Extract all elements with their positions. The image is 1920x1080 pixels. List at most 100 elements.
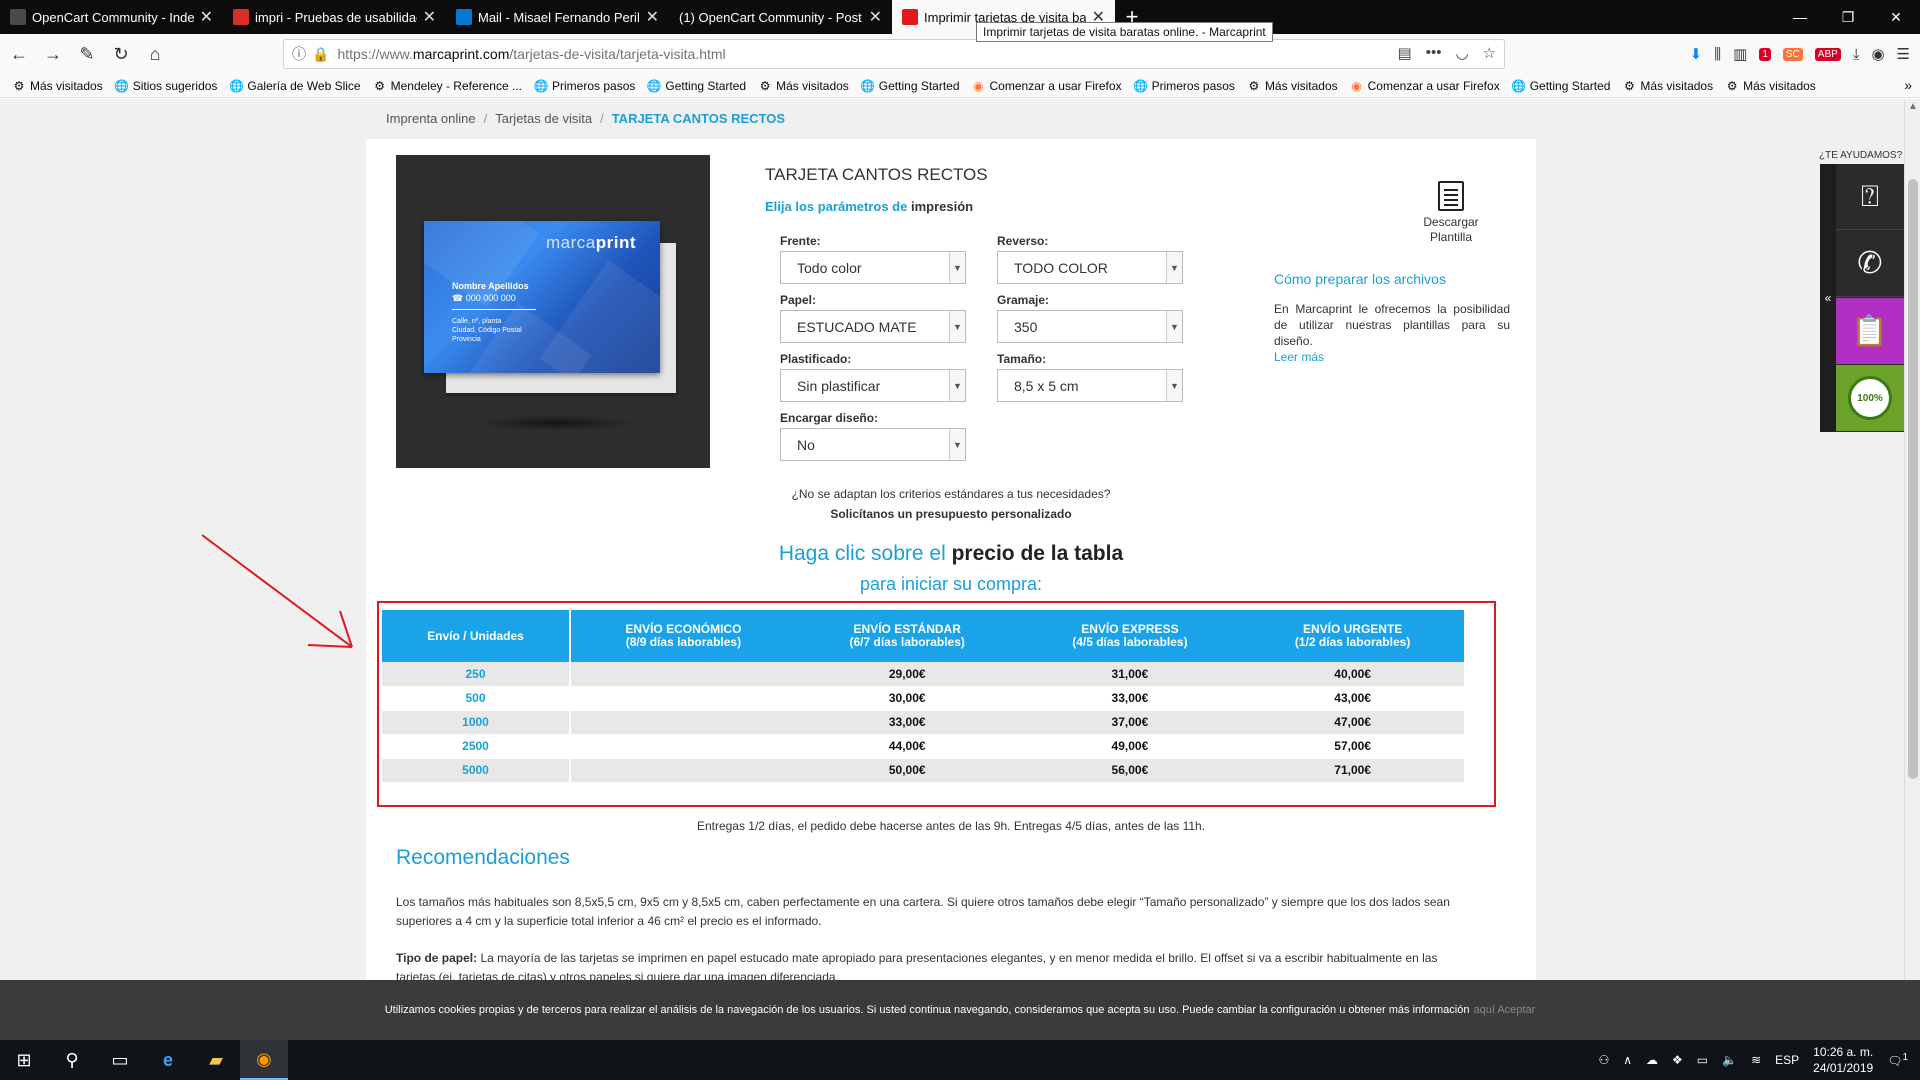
bookmark-item[interactable]: 🌐 Getting Started <box>1511 79 1610 93</box>
language-indicator[interactable]: ESP <box>1775 1053 1799 1067</box>
minimize-icon[interactable]: — <box>1776 0 1824 34</box>
forward-icon[interactable]: → <box>38 39 68 69</box>
tab-close-icon[interactable]: ✕ <box>423 7 436 27</box>
help-quote-button[interactable]: 📋 <box>1836 298 1904 364</box>
dropbox-icon[interactable]: ❖ <box>1672 1053 1683 1067</box>
people-icon[interactable]: ⚇ <box>1598 1053 1609 1067</box>
breadcrumb-link[interactable]: Imprenta online <box>386 111 476 126</box>
download-template-button[interactable]: Descargar Plantilla <box>1416 181 1486 245</box>
downloads-icon[interactable]: ⬇ <box>1690 45 1703 63</box>
plastificado-select[interactable]: Sin plastificar ▼ <box>780 369 966 402</box>
bookmark-star-icon[interactable]: ☆ <box>1483 44 1496 62</box>
bookmark-item[interactable]: ◉ Comenzar a usar Firefox <box>972 79 1121 93</box>
bookmark-item[interactable]: 🌐 Galería de Web Slice <box>229 79 361 93</box>
bookmark-item[interactable]: 🌐 Sitios sugeridos <box>114 78 217 93</box>
back-icon[interactable]: ← <box>4 39 34 69</box>
gramaje-select[interactable]: 350 ▼ <box>997 310 1183 343</box>
tab-outlook-mail[interactable]: Mail - Misael Fernando Perilla B ✕ <box>446 0 669 34</box>
custom-quote-link[interactable]: Solicítanos un presupuesto personalizado <box>366 507 1536 521</box>
bookmark-item[interactable]: 🌐 Primeros pasos <box>1133 79 1235 93</box>
read-more-link[interactable]: Leer más <box>1274 350 1324 364</box>
pocket-icon[interactable]: ◡ <box>1455 44 1468 62</box>
task-view-icon[interactable]: ▭ <box>96 1040 144 1080</box>
collapse-panel-icon[interactable]: « <box>1820 164 1836 432</box>
close-window-icon[interactable]: ✕ <box>1872 0 1920 34</box>
tab-opencart-post[interactable]: (1) OpenCart Community - Post a n ✕ <box>669 0 892 34</box>
battery-icon[interactable]: ▭ <box>1697 1053 1708 1067</box>
info-icon[interactable]: ⓘ <box>292 44 306 64</box>
product-image[interactable]: marcaprint Nombre Apellidos ☎ 000 000 00… <box>396 155 710 468</box>
bookmark-item[interactable]: 🌐 Primeros pasos <box>533 78 636 93</box>
card-address-line: Provincia <box>452 336 481 343</box>
tab-close-icon[interactable]: ✕ <box>200 7 213 27</box>
download-arrow-icon[interactable]: ⤓ <box>1853 46 1860 63</box>
scroll-up-icon[interactable]: ▲ <box>1908 101 1918 112</box>
url-bar[interactable]: ⓘ 🔒 https://www.marcaprint.com/tarjetas-… <box>283 39 1505 69</box>
page-actions-icon[interactable]: ••• <box>1426 44 1442 62</box>
bookmark-item[interactable]: ◉ Comenzar a usar Firefox <box>1350 79 1499 93</box>
breadcrumb-link[interactable]: Tarjetas de visita <box>495 111 592 126</box>
bookmark-item[interactable]: 🌐 Getting Started <box>860 79 959 93</box>
bookmark-item[interactable]: ⚙ Más visitados <box>1622 79 1713 93</box>
bookmark-label: Getting Started <box>665 78 747 93</box>
sidebar-icon[interactable]: ▥ <box>1733 45 1747 63</box>
lock-icon[interactable]: 🔒 <box>312 46 329 63</box>
reverso-select[interactable]: TODO COLOR ▼ <box>997 251 1183 284</box>
card-front: marcaprint Nombre Apellidos ☎ 000 000 00… <box>424 221 660 373</box>
extension-icon[interactable]: ◉ <box>1871 45 1884 63</box>
tamano-select[interactable]: 8,5 x 5 cm ▼ <box>997 369 1183 402</box>
diseno-select[interactable]: No ▼ <box>780 428 966 461</box>
tab-opencart-index[interactable]: OpenCart Community - Index page ✕ <box>0 0 223 34</box>
windows-start-icon[interactable]: ⊞ <box>0 1040 48 1080</box>
window-controls: — ❐ ✕ <box>1776 0 1920 34</box>
gear-icon: ⚙ <box>1624 78 1635 93</box>
bookmark-item[interactable]: 🌐 Getting Started <box>647 79 746 93</box>
tab-close-icon[interactable]: ✕ <box>869 7 882 27</box>
cookie-accept-link[interactable]: aquí Aceptar <box>1473 1004 1535 1016</box>
extension-sc-icon[interactable]: SC <box>1782 47 1803 61</box>
edge-icon[interactable]: e <box>144 1040 192 1080</box>
adblock-icon[interactable]: ABP <box>1814 47 1841 61</box>
papel-select[interactable]: ESTUCADO MATE ▼ <box>780 310 966 343</box>
help-faq-button[interactable]: ⍰ <box>1836 164 1904 230</box>
cloud-icon[interactable]: ☁ <box>1646 1053 1658 1067</box>
globe-icon: 🌐 <box>533 78 549 93</box>
search-icon[interactable]: ⚲ <box>48 1040 96 1080</box>
file-explorer-icon[interactable]: ▰ <box>192 1040 240 1080</box>
toolbar-icons: ⬇ ⫼ ▥ 1 SC ABP ⤓ ◉ ☰ <box>1690 34 1920 74</box>
url-text[interactable]: https://www.marcaprint.com/tarjetas-de-v… <box>337 46 725 62</box>
tab-close-icon[interactable]: ✕ <box>646 7 659 27</box>
wifi-icon[interactable]: ≋ <box>1751 1053 1761 1067</box>
bookmark-item[interactable]: ⚙ Mendeley - Reference ... <box>373 79 522 93</box>
bookmark-item[interactable]: ⚙ Más visitados <box>1247 79 1338 93</box>
restore-icon[interactable]: ❐ <box>1824 0 1872 34</box>
bookmarks-overflow-icon[interactable]: » <box>1904 77 1912 93</box>
volume-icon[interactable]: 🔈 <box>1722 1053 1737 1067</box>
reload-icon[interactable]: ↻ <box>106 39 136 69</box>
scroll-thumb[interactable] <box>1908 179 1918 779</box>
library-icon[interactable]: ⫼ <box>1714 46 1721 63</box>
tab-gmail[interactable]: impri - Pruebas de usabilidad 1 ✕ <box>223 0 446 34</box>
bookmark-label: Más visitados <box>776 78 849 93</box>
bookmark-item[interactable]: ⚙ Más visitados <box>758 79 849 93</box>
menu-icon[interactable]: ☰ <box>1897 45 1910 63</box>
help-phone-button[interactable]: ✆ <box>1836 231 1904 297</box>
tray-chevron-icon[interactable]: ∧ <box>1623 1053 1632 1067</box>
bookmark-item[interactable]: ⚙ Más visitados <box>12 79 103 93</box>
reverso-label: Reverso: <box>997 234 1049 248</box>
gramaje-value: 350 <box>1014 318 1038 335</box>
notifications-icon[interactable]: 🗨1 <box>1887 1052 1908 1068</box>
question-search-icon: ⍰ <box>1861 179 1879 213</box>
clock[interactable]: 10:26 a. m. 24/01/2019 <box>1813 1044 1873 1076</box>
home-icon[interactable]: ⌂ <box>140 39 170 69</box>
page-scrollbar[interactable]: ▲ <box>1904 99 1920 980</box>
tools-icon[interactable]: ✎ <box>72 39 102 69</box>
prepare-files-title[interactable]: Cómo preparar los archivos <box>1274 271 1446 287</box>
firefox-icon[interactable]: ◉ <box>240 1040 288 1080</box>
frente-select[interactable]: Todo color ▼ <box>780 251 966 284</box>
reader-view-icon[interactable]: ▤ <box>1398 44 1412 62</box>
help-guarantee-button[interactable]: 100% <box>1836 365 1904 431</box>
globe-icon: 🌐 <box>114 78 130 93</box>
extension-badge[interactable]: 1 <box>1759 47 1771 61</box>
bookmark-item[interactable]: ⚙ Más visitados <box>1725 79 1816 93</box>
